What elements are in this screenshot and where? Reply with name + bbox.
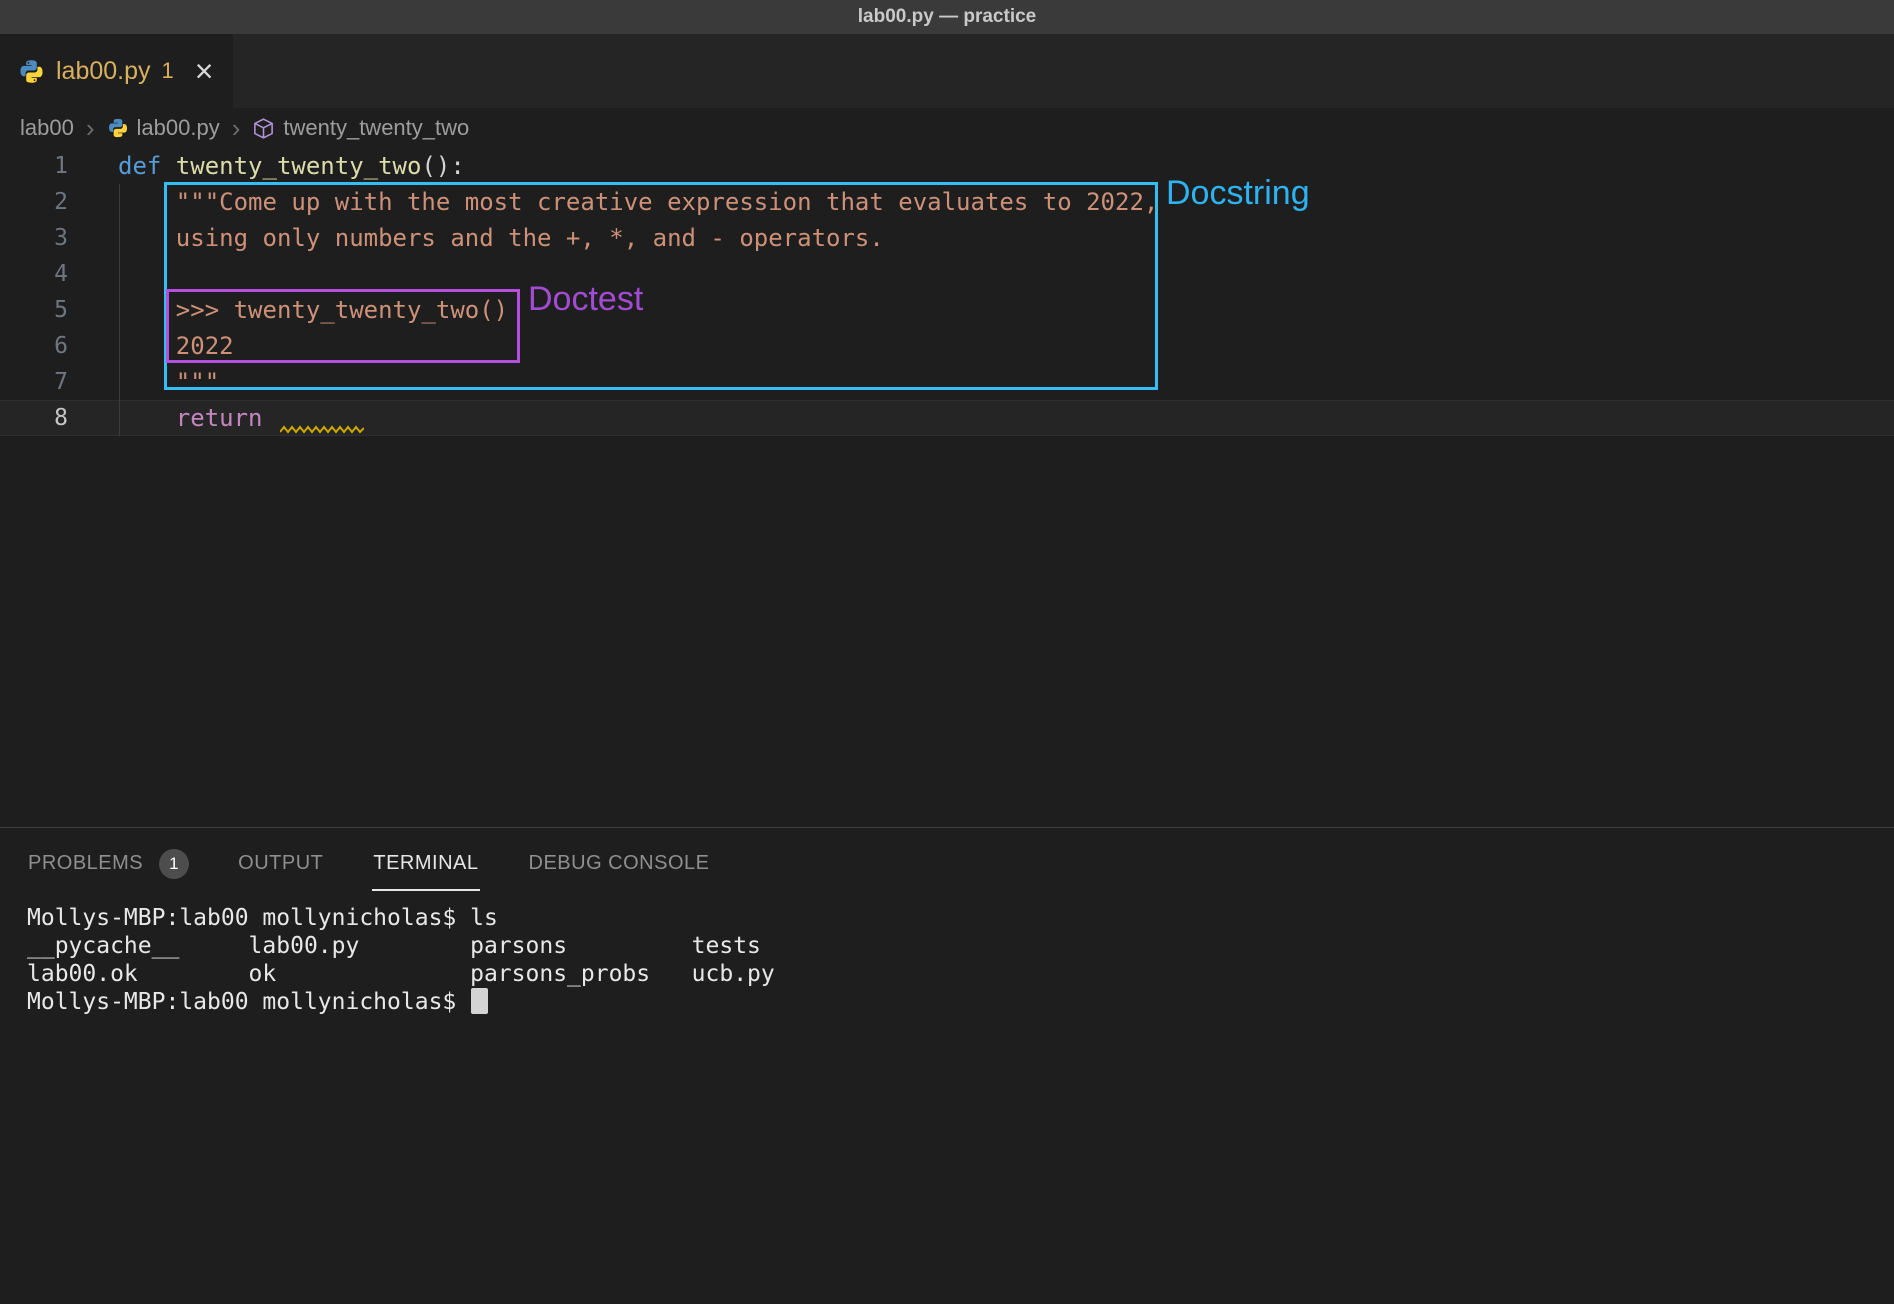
line-number: 2: [0, 184, 68, 220]
panel-tab-label: OUTPUT: [237, 838, 324, 891]
docstring-annotation-label: Docstring: [1166, 174, 1310, 213]
code-line-1[interactable]: 1 def twenty_twenty_two():: [0, 148, 1894, 184]
line-number: 4: [0, 256, 68, 292]
python-icon: [18, 58, 45, 85]
panel-tab-label: DEBUG CONSOLE: [528, 838, 711, 891]
panel-tab-output[interactable]: OUTPUT: [237, 828, 324, 900]
terminal-output[interactable]: Mollys-MBP:lab00 mollynicholas$ ls__pyca…: [0, 900, 1894, 1016]
code-text: def twenty_twenty_two():: [118, 148, 465, 184]
python-icon: [107, 117, 129, 139]
terminal-line: Mollys-MBP:lab00 mollynicholas$: [27, 988, 1894, 1016]
indent-guide: [119, 184, 120, 436]
symbol-cube-icon: [252, 117, 275, 140]
terminal-cursor: [471, 988, 488, 1014]
terminal-line: lab00.ok ok parsons_probs ucb.py: [27, 960, 1894, 988]
doctest-annotation-label: Doctest: [528, 280, 643, 319]
title-bar: lab00.py — practice: [0, 0, 1894, 34]
breadcrumb-symbol[interactable]: twenty_twenty_two: [283, 115, 469, 141]
panel-tab-problems[interactable]: PROBLEMS 1: [27, 828, 189, 900]
code-text: return: [118, 401, 277, 435]
panel-tab-label: PROBLEMS: [27, 838, 144, 891]
panel-tab-label: TERMINAL: [372, 838, 479, 891]
panel-tab-terminal[interactable]: TERMINAL: [372, 828, 479, 900]
tab-file-name: lab00.py: [56, 57, 151, 86]
line-number: 6: [0, 328, 68, 364]
close-tab-icon[interactable]: ×: [195, 55, 214, 87]
vscode-window: lab00.py — practice lab00.py 1 × lab00 ›…: [0, 0, 1894, 1304]
breadcrumb-folder[interactable]: lab00: [20, 115, 74, 141]
chevron-right-icon: ›: [86, 115, 95, 141]
doctest-annotation-box: [166, 289, 520, 363]
tab-lab00-py[interactable]: lab00.py 1 ×: [0, 34, 233, 108]
breadcrumb: lab00 › lab00.py › twenty_twenty_two: [0, 108, 1894, 148]
code-editor[interactable]: 1def twenty_twenty_two():2 """Come up wi…: [0, 148, 1894, 827]
line-number: 3: [0, 220, 68, 256]
panel-tab-bar: PROBLEMS 1 OUTPUT TERMINAL DEBUG CONSOLE: [0, 828, 1894, 900]
line-number: 8: [0, 401, 68, 435]
chevron-right-icon: ›: [232, 115, 241, 141]
terminal-line: __pycache__ lab00.py parsons tests: [27, 932, 1894, 960]
terminal-line: Mollys-MBP:lab00 mollynicholas$ ls: [27, 904, 1894, 932]
bottom-panel: PROBLEMS 1 OUTPUT TERMINAL DEBUG CONSOLE Mol…: [0, 827, 1894, 1304]
warning-squiggle-icon: [280, 425, 364, 435]
panel-tab-debug-console[interactable]: DEBUG CONSOLE: [528, 828, 711, 900]
breadcrumb-file[interactable]: lab00.py: [137, 115, 220, 141]
line-number: 7: [0, 364, 68, 400]
line-number: 5: [0, 292, 68, 328]
line-number: 1: [0, 148, 68, 184]
window-title: lab00.py — practice: [858, 6, 1036, 28]
problems-count-badge: 1: [159, 849, 189, 879]
tab-problem-count: 1: [162, 58, 174, 84]
tab-bar: lab00.py 1 ×: [0, 34, 1894, 108]
